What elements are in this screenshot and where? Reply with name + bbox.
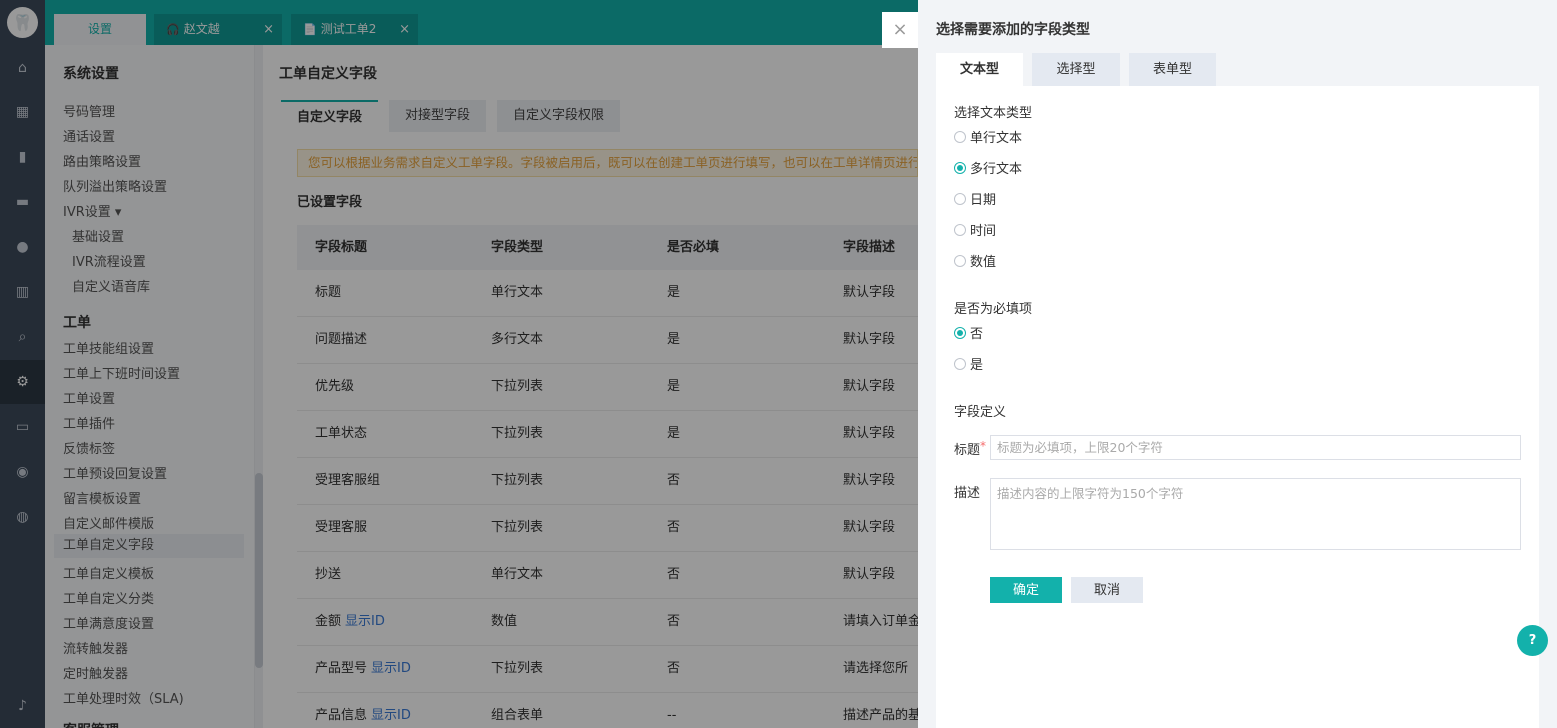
tab-form-type[interactable]: 表单型 bbox=[1129, 53, 1216, 86]
title-field-label: 标题* bbox=[954, 439, 986, 458]
radio-label: 是 bbox=[970, 358, 984, 373]
radio-circle-icon bbox=[954, 162, 966, 174]
help-icon[interactable]: ? bbox=[1517, 625, 1548, 656]
definition-label: 字段定义 bbox=[954, 405, 1007, 420]
radio-label: 时间 bbox=[970, 224, 997, 239]
required-label: 是否为必填项 bbox=[954, 302, 1033, 317]
panel-title: 选择需要添加的字段类型 bbox=[936, 22, 1090, 38]
radio-text-type[interactable]: 数值 bbox=[954, 254, 996, 272]
title-input[interactable] bbox=[990, 435, 1521, 460]
radio-circle-icon bbox=[954, 358, 966, 370]
modal-backdrop[interactable] bbox=[0, 0, 918, 728]
radio-required[interactable]: 否 bbox=[954, 326, 983, 344]
radio-label: 单行文本 bbox=[970, 131, 1023, 146]
radio-circle-icon bbox=[954, 224, 966, 236]
radio-required[interactable]: 是 bbox=[954, 357, 983, 375]
confirm-button[interactable]: 确定 bbox=[990, 577, 1062, 603]
radio-text-type[interactable]: 单行文本 bbox=[954, 130, 1022, 148]
text-type-label: 选择文本类型 bbox=[954, 106, 1033, 121]
radio-label: 否 bbox=[970, 327, 984, 342]
close-panel-button[interactable]: × bbox=[882, 12, 918, 48]
radio-circle-icon bbox=[954, 255, 966, 267]
radio-label: 数值 bbox=[970, 255, 997, 270]
radio-circle-icon bbox=[954, 131, 966, 143]
description-textarea[interactable] bbox=[990, 478, 1521, 550]
cancel-button[interactable]: 取消 bbox=[1071, 577, 1143, 603]
radio-text-type[interactable]: 多行文本 bbox=[954, 161, 1022, 179]
radio-text-type[interactable]: 日期 bbox=[954, 192, 996, 210]
radio-text-type[interactable]: 时间 bbox=[954, 223, 996, 241]
radio-label: 多行文本 bbox=[970, 162, 1023, 177]
title-label-text: 标题 bbox=[954, 443, 981, 458]
tab-select-type[interactable]: 选择型 bbox=[1032, 53, 1120, 86]
tab-text-type[interactable]: 文本型 bbox=[936, 53, 1023, 86]
radio-label: 日期 bbox=[970, 193, 997, 208]
radio-circle-icon bbox=[954, 327, 966, 339]
radio-circle-icon bbox=[954, 193, 966, 205]
required-mark: * bbox=[980, 439, 987, 453]
desc-field-label: 描述 bbox=[954, 486, 981, 501]
panel-body: 选择文本类型 单行文本多行文本日期时间数值 是否为必填项 否是 字段定义 标题*… bbox=[936, 86, 1539, 728]
field-type-panel: 选择需要添加的字段类型 文本型 选择型 表单型 选择文本类型 单行文本多行文本日… bbox=[918, 0, 1557, 728]
